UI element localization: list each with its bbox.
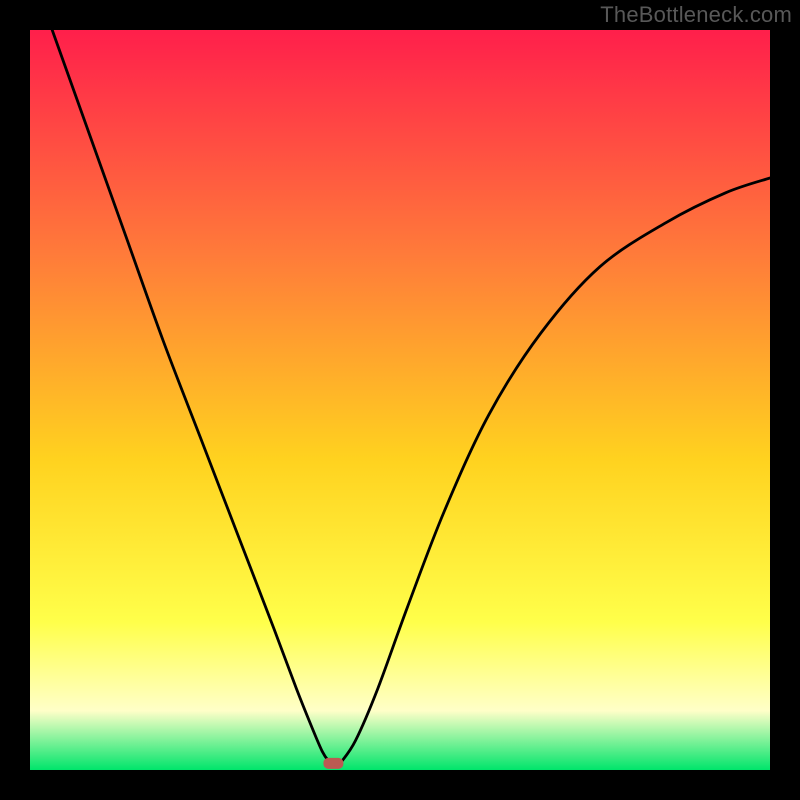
chart-svg [30, 30, 770, 770]
chart-frame: TheBottleneck.com [0, 0, 800, 800]
plot-area [30, 30, 770, 770]
minimum-marker [323, 758, 343, 769]
gradient-background [30, 30, 770, 770]
watermark-text: TheBottleneck.com [600, 2, 792, 28]
